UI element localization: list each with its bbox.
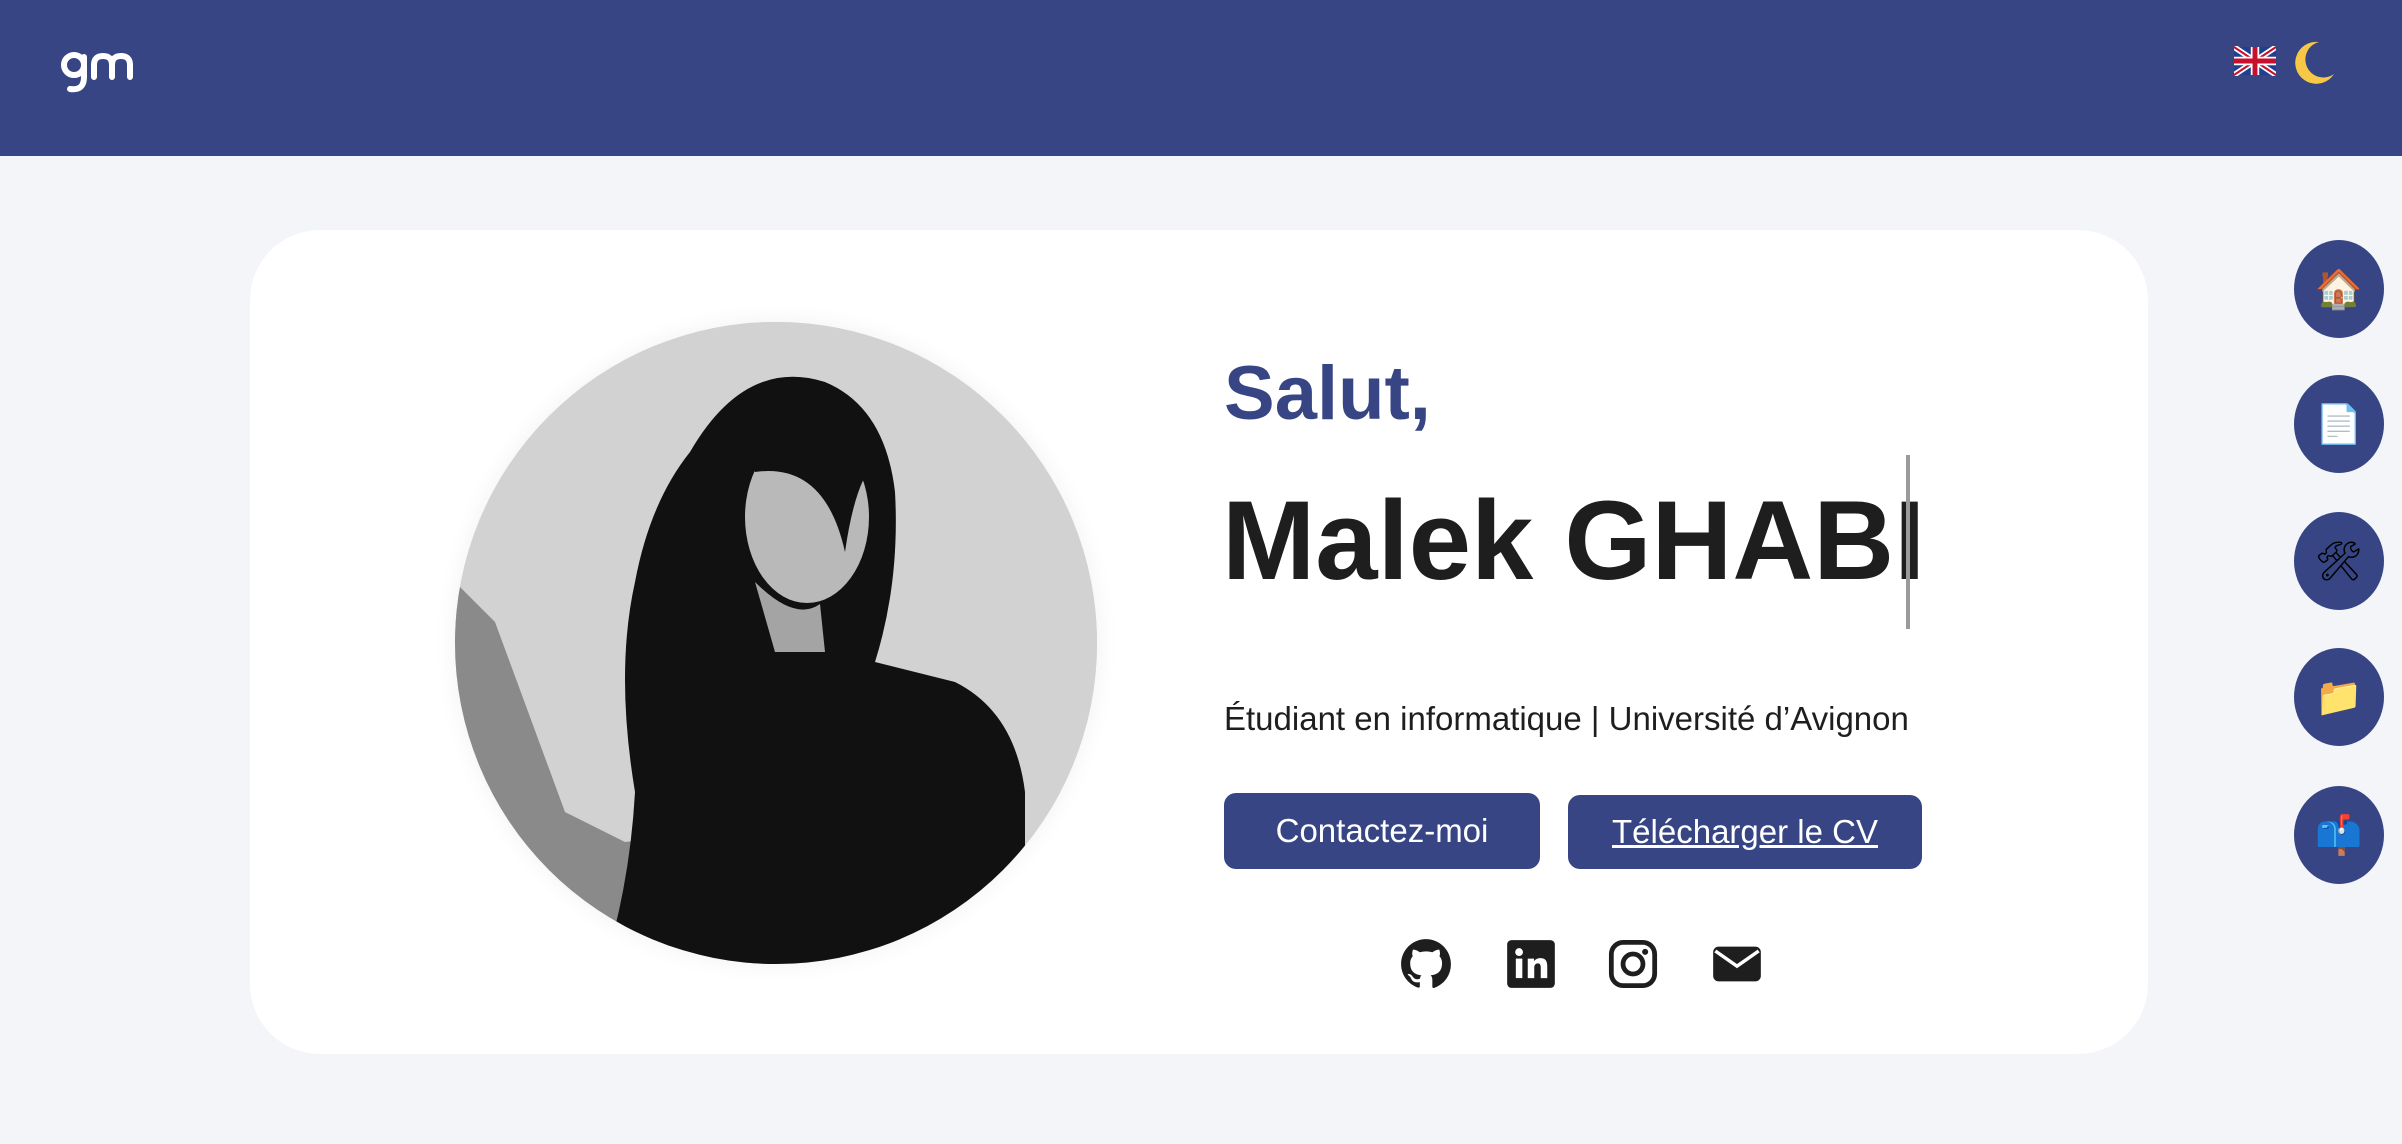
nav-contact-button[interactable]: 📫	[2294, 786, 2384, 884]
typing-cursor	[1906, 455, 1910, 629]
greeting-text: Salut,	[1224, 351, 1431, 436]
contact-button[interactable]: Contactez-moi	[1224, 793, 1540, 869]
profile-photo	[455, 322, 1097, 964]
name-heading: Malek GHABI	[1222, 478, 1926, 603]
document-icon: 📄	[2315, 402, 2363, 446]
moon-icon[interactable]	[2288, 38, 2338, 88]
email-icon[interactable]	[1711, 938, 1763, 990]
download-cv-button[interactable]: Télécharger le CV	[1568, 795, 1922, 869]
nav-cv-button[interactable]: 📄	[2294, 375, 2384, 473]
subtitle-text: Étudiant en informatique | Université d’…	[1224, 700, 1909, 737]
tools-icon: 🛠	[2314, 539, 2364, 583]
gm-logo-icon	[61, 52, 133, 93]
instagram-icon[interactable]	[1607, 938, 1659, 990]
nav-home-button[interactable]: 🏠	[2294, 240, 2384, 338]
linkedin-icon[interactable]	[1505, 938, 1557, 990]
folder-icon: 📁	[2315, 675, 2363, 719]
mailbox-icon: 📫	[2315, 813, 2363, 857]
house-icon: 🏠	[2315, 267, 2363, 311]
site-logo[interactable]	[60, 47, 134, 97]
uk-flag-icon[interactable]	[2232, 44, 2278, 78]
nav-projects-button[interactable]: 📁	[2294, 648, 2384, 746]
github-icon[interactable]	[1400, 938, 1452, 990]
top-bar	[0, 0, 2402, 156]
nav-skills-button[interactable]: 🛠	[2294, 512, 2384, 610]
